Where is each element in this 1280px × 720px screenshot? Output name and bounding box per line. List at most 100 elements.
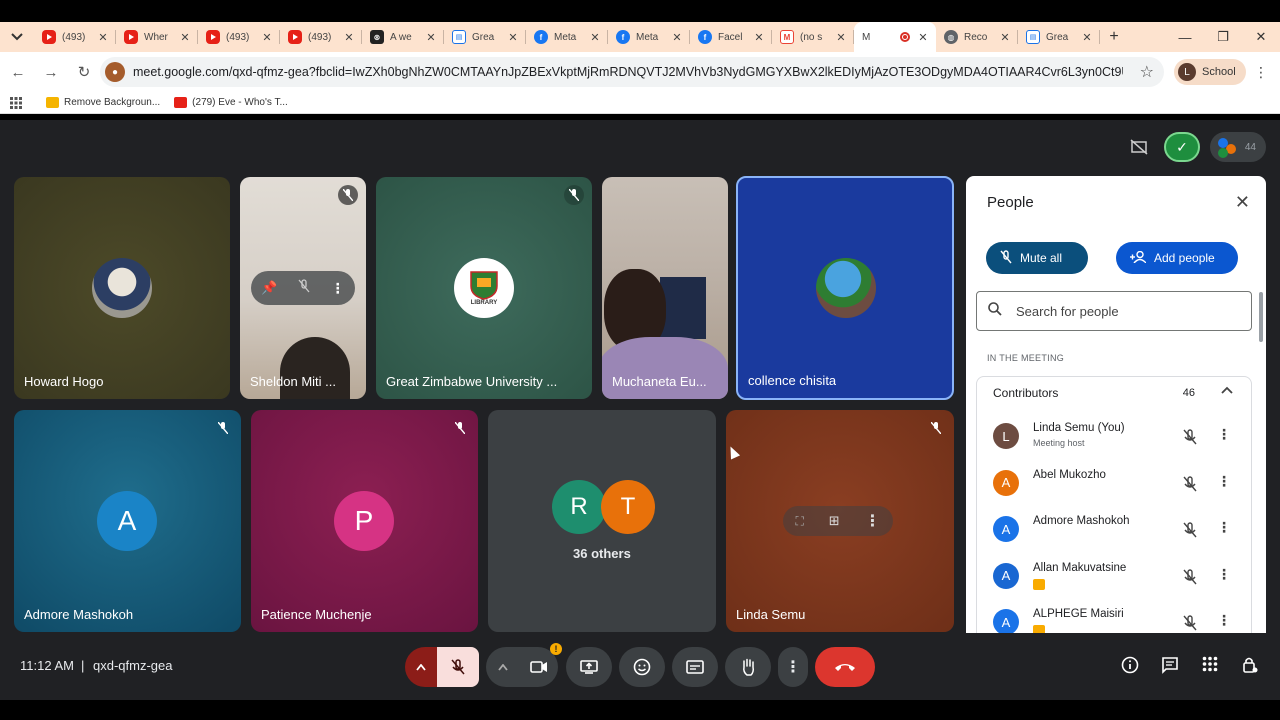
omnibox[interactable]: ● meet.google.com/qxd-qfmz-gea?fbclid=Iw… — [100, 57, 1164, 87]
browser-tab[interactable]: f Facel ✕ — [690, 22, 772, 52]
browser-tab[interactable]: M (no s ✕ — [772, 22, 854, 52]
doc-icon: ▤ — [1026, 30, 1040, 44]
meeting-ready-check-icon[interactable]: ✓ — [1164, 132, 1200, 162]
pin-icon[interactable]: 📌 — [261, 280, 277, 296]
captions-button[interactable] — [672, 647, 718, 687]
minimize-button[interactable]: — — [1166, 22, 1204, 52]
browser-tab[interactable]: ⊗ A we ✕ — [362, 22, 444, 52]
browser-tab[interactable]: ◍ Reco ✕ — [936, 22, 1018, 52]
video-tile-muchaneta[interactable]: Muchaneta Eu... — [602, 177, 728, 399]
frame-icon[interactable]: ⛶ — [795, 514, 803, 529]
browser-tab[interactable]: ▤ Grea ✕ — [444, 22, 526, 52]
more-options-icon[interactable]: ⋮ — [865, 511, 881, 531]
close-tab-icon[interactable]: ✕ — [506, 31, 520, 44]
add-people-button[interactable]: Add people — [1116, 242, 1238, 274]
microphone-in-use-icon[interactable]: ● — [105, 62, 125, 82]
panel-scrollbar[interactable] — [1259, 292, 1263, 342]
activities-icon[interactable] — [1202, 656, 1218, 677]
browser-tab[interactable]: f Meta ✕ — [608, 22, 690, 52]
participants-count-button[interactable]: 44 — [1210, 132, 1266, 162]
host-controls-icon[interactable] — [1242, 656, 1258, 679]
bookmark-star-icon[interactable]: ☆ — [1140, 62, 1154, 82]
chevron-up-icon[interactable] — [1221, 383, 1233, 397]
browser-tab[interactable]: f Meta ✕ — [526, 22, 608, 52]
search-input[interactable] — [1016, 303, 1236, 319]
participant-row[interactable]: A ALPHEGE Maisiri ⋮ — [977, 600, 1251, 633]
mute-all-button[interactable]: Mute all — [986, 242, 1088, 274]
video-tile-collence-chisita[interactable]: collence chisita — [736, 176, 954, 400]
participant-row[interactable]: A Allan Makuvatsine ⋮ — [977, 554, 1251, 600]
close-tab-icon[interactable]: ✕ — [834, 31, 848, 44]
mute-participant-icon[interactable] — [298, 278, 310, 298]
participant-row[interactable]: L Linda Semu (You) Meeting host ⋮ — [977, 414, 1251, 460]
participant-row[interactable]: A Admore Mashokoh ⋮ — [977, 507, 1251, 553]
mic-off-icon[interactable] — [1183, 568, 1197, 590]
browser-tab[interactable]: (493) ✕ — [34, 22, 116, 52]
more-options-icon[interactable]: ⋮ — [1217, 426, 1231, 443]
url-text[interactable]: meet.google.com/qxd-qfmz-gea?fbclid=IwZX… — [133, 65, 1123, 79]
close-tab-icon[interactable]: ✕ — [670, 31, 684, 44]
leave-call-button[interactable] — [815, 647, 875, 687]
new-tab-button[interactable]: + — [1100, 28, 1128, 46]
bookmark-remove-background[interactable]: Remove Backgroun... — [46, 97, 160, 108]
microphone-toggle-button[interactable] — [437, 647, 479, 687]
video-tile-patience-muchenje[interactable]: P Patience Muchenje — [251, 410, 478, 632]
close-tab-icon[interactable]: ✕ — [752, 31, 766, 44]
audio-options-button[interactable] — [405, 647, 437, 687]
chat-icon[interactable] — [1161, 656, 1179, 679]
browser-tab[interactable]: (493) ✕ — [280, 22, 362, 52]
close-tab-icon[interactable]: ✕ — [342, 31, 356, 44]
bookmark-eve[interactable]: (279) Eve - Who's T... — [174, 97, 288, 108]
close-tab-icon[interactable]: ✕ — [96, 31, 110, 44]
close-tab-icon[interactable]: ✕ — [998, 31, 1012, 44]
meeting-details-icon[interactable] — [1121, 656, 1139, 679]
back-button[interactable]: ← — [3, 57, 33, 87]
video-options-button[interactable] — [486, 647, 520, 687]
close-tab-icon[interactable]: ✕ — [178, 31, 192, 44]
more-options-icon[interactable]: ⋮ — [331, 280, 345, 297]
more-options-button[interactable]: ⋮ — [778, 647, 808, 687]
browser-tab[interactable]: ▶M✕ — [854, 22, 936, 52]
more-options-icon[interactable]: ⋮ — [1217, 612, 1231, 629]
participant-row[interactable]: A Abel Mukozho ⋮ — [977, 461, 1251, 507]
reactions-button[interactable] — [619, 647, 665, 687]
browser-menu-icon[interactable]: ⋮ — [1254, 64, 1268, 81]
profile-avatar: L — [1178, 63, 1196, 81]
browser-tab[interactable]: (493) ✕ — [198, 22, 280, 52]
video-tile-sheldon-miti[interactable]: 📌 ⋮ Sheldon Miti ... — [240, 177, 366, 399]
close-tab-icon[interactable]: ✕ — [260, 31, 274, 44]
browser-tab[interactable]: ▤ Grea ✕ — [1018, 22, 1100, 52]
maximize-button[interactable]: ❐ — [1204, 22, 1242, 52]
video-tile-linda-semu[interactable]: ⛶ ⊞ ⋮ Linda Semu — [726, 410, 954, 632]
reload-button[interactable]: ↻ — [69, 57, 99, 87]
mic-off-icon[interactable] — [1183, 429, 1197, 450]
more-options-icon[interactable]: ⋮ — [1217, 473, 1231, 490]
close-window-button[interactable]: ✕ — [1242, 22, 1280, 52]
mic-off-icon[interactable] — [1183, 475, 1197, 497]
close-tab-icon[interactable]: ✕ — [588, 31, 602, 44]
people-search[interactable] — [976, 291, 1252, 331]
close-tab-icon[interactable]: ✕ — [916, 31, 930, 44]
raise-hand-button[interactable] — [725, 647, 771, 687]
video-tile-howard-hogo[interactable]: Howard Hogo — [14, 177, 230, 399]
more-options-icon[interactable]: ⋮ — [1217, 566, 1231, 583]
video-tile-others[interactable]: R T 36 others — [488, 410, 716, 632]
close-tab-icon[interactable]: ✕ — [1080, 31, 1094, 44]
mic-off-icon[interactable] — [1183, 615, 1197, 633]
video-tile-admore-mashokoh[interactable]: A Admore Mashokoh — [14, 410, 241, 632]
apps-icon[interactable] — [10, 96, 22, 109]
add-to-tile-icon[interactable]: ⊞ — [829, 513, 840, 529]
browser-tab[interactable]: Wher ✕ — [116, 22, 198, 52]
close-icon[interactable]: ✕ — [1235, 192, 1250, 213]
present-screen-button[interactable] — [566, 647, 612, 687]
video-tile-great-zimbabwe-university[interactable]: LIBRARY Great Zimbabwe University ... — [376, 177, 592, 399]
camera-toggle-button[interactable]: ! — [520, 643, 562, 687]
hide-tile-icon[interactable] — [1124, 132, 1154, 162]
profile-chip[interactable]: L School — [1174, 59, 1246, 85]
emoji-icon — [633, 658, 651, 676]
more-options-icon[interactable]: ⋮ — [1217, 519, 1231, 536]
mic-off-icon[interactable] — [1183, 522, 1197, 543]
forward-button[interactable]: → — [36, 57, 66, 87]
close-tab-icon[interactable]: ✕ — [424, 31, 438, 44]
tab-search-button[interactable] — [0, 22, 34, 52]
